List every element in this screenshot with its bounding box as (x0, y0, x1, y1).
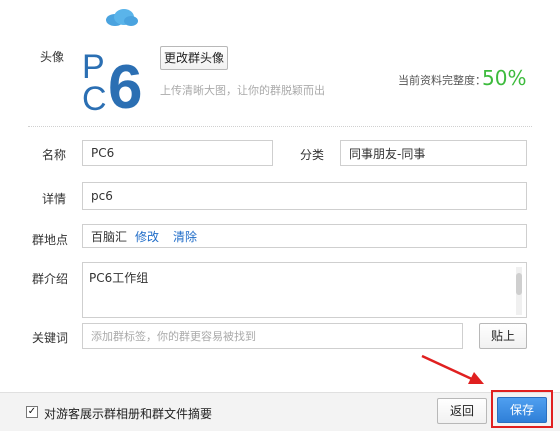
completeness-value: 50% (482, 66, 527, 90)
detail-label: 详情 (42, 192, 67, 206)
save-button[interactable]: 保存 (497, 397, 547, 423)
category-label: 分类 (300, 148, 325, 162)
intro-textarea[interactable]: PC6工作组 (82, 262, 527, 318)
intro-text: PC6工作组 (89, 271, 149, 285)
location-field[interactable]: 百脑汇 修改 清除 (82, 224, 527, 248)
location-edit-link[interactable]: 修改 (135, 228, 159, 245)
cloud-icon (104, 8, 138, 26)
intro-label: 群介绍 (32, 272, 69, 286)
show-visitors-checkbox[interactable]: ✓ (26, 406, 38, 418)
detail-field[interactable]: pc6 (82, 182, 527, 210)
name-field[interactable]: PC6 (82, 140, 273, 166)
avatar-hint: 上传清晰大图，让你的群脱颖而出 (160, 84, 325, 97)
scrollbar-thumb[interactable] (516, 273, 522, 295)
svg-text:6: 6 (108, 53, 142, 116)
avatar-label: 头像 (40, 50, 65, 64)
arrow-annotation (418, 352, 488, 388)
back-button[interactable]: 返回 (437, 398, 487, 424)
show-visitors-label: 对游客展示群相册和群文件摘要 (44, 407, 213, 421)
svg-text:C: C (82, 80, 107, 116)
keywords-label: 关键词 (32, 331, 69, 345)
change-avatar-button[interactable]: 更改群头像 (160, 46, 228, 70)
location-label: 群地点 (32, 233, 69, 247)
paste-button[interactable]: 贴上 (479, 323, 527, 349)
completeness-label: 当前资料完整度： (398, 74, 486, 87)
keywords-input[interactable]: 添加群标签，你的群更容易被找到 (82, 323, 463, 349)
group-avatar: P C 6 (80, 44, 160, 122)
intro-scrollbar[interactable] (516, 267, 522, 315)
category-field[interactable]: 同事朋友-同事 (340, 140, 527, 166)
location-value: 百脑汇 (91, 229, 128, 244)
name-label: 名称 (42, 148, 67, 162)
divider (28, 126, 532, 127)
location-clear-link[interactable]: 清除 (173, 228, 197, 245)
keywords-placeholder: 添加群标签，你的群更容易被找到 (91, 330, 256, 343)
